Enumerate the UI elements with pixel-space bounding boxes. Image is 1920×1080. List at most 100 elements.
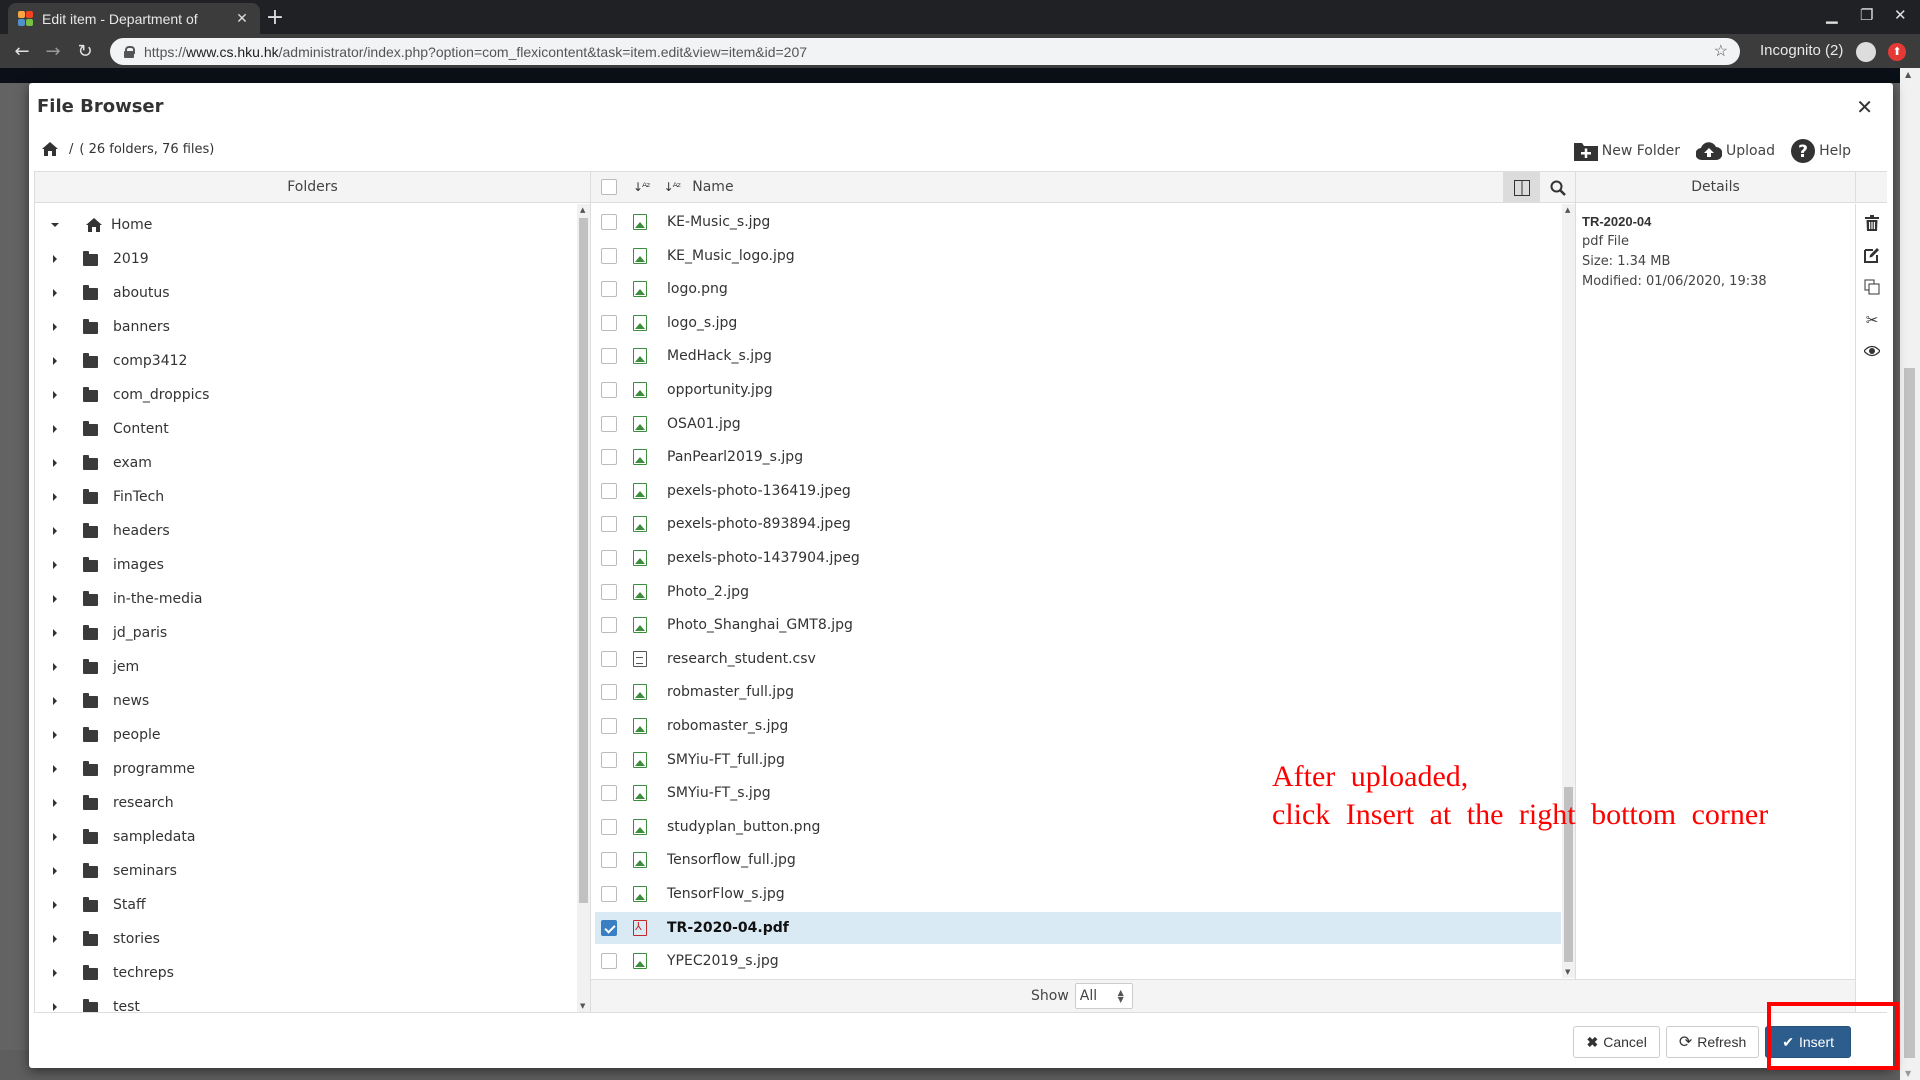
search-button[interactable] xyxy=(1539,172,1575,203)
file-row[interactable]: OSA01.jpg xyxy=(595,408,1561,440)
file-checkbox[interactable] xyxy=(601,550,617,566)
folder-item[interactable]: com_droppics xyxy=(35,378,575,412)
caret-right-icon[interactable] xyxy=(53,697,57,705)
file-row[interactable]: Photo_Shanghai_GMT8.jpg xyxy=(595,609,1561,641)
file-row[interactable]: pexels-photo-893894.jpeg xyxy=(595,508,1561,540)
delete-icon[interactable] xyxy=(1863,215,1881,233)
folder-item[interactable]: seminars xyxy=(35,854,575,888)
columns-view-button[interactable] xyxy=(1503,172,1539,203)
file-checkbox[interactable] xyxy=(601,818,617,835)
file-row[interactable]: TensorFlow_s.jpg xyxy=(595,878,1561,910)
file-checkbox[interactable] xyxy=(601,718,617,734)
modal-close-icon[interactable]: ✕ xyxy=(1856,95,1873,119)
caret-right-icon[interactable] xyxy=(53,561,57,569)
file-checkbox[interactable] xyxy=(601,919,617,936)
file-checkbox[interactable] xyxy=(601,382,617,398)
folder-item[interactable]: FinTech xyxy=(35,480,575,514)
file-checkbox[interactable] xyxy=(601,953,617,970)
file-checkbox[interactable] xyxy=(601,348,617,365)
file-checkbox[interactable] xyxy=(601,516,617,533)
forward-icon[interactable]: → xyxy=(43,41,63,62)
scroll-up-icon[interactable]: ▲ xyxy=(1565,206,1570,214)
new-tab-icon[interactable]: + xyxy=(262,5,288,31)
folder-scrollbar[interactable]: ▲ ▼ xyxy=(577,204,590,1012)
file-checkbox[interactable] xyxy=(601,751,617,768)
cut-icon[interactable]: ✂ xyxy=(1863,311,1881,329)
file-row[interactable]: opportunity.jpg xyxy=(595,374,1561,406)
caret-right-icon[interactable] xyxy=(53,289,57,297)
scroll-down-icon[interactable]: ▼ xyxy=(1565,968,1570,976)
caret-right-icon[interactable] xyxy=(53,595,57,603)
select-all-checkbox[interactable] xyxy=(601,179,617,195)
scroll-up-icon[interactable]: ▲ xyxy=(1905,70,1911,79)
caret-right-icon[interactable] xyxy=(53,969,57,977)
file-checkbox[interactable] xyxy=(601,449,617,466)
upload-button[interactable]: Upload xyxy=(1696,141,1775,161)
restore-icon[interactable]: ❐ xyxy=(1860,6,1873,24)
caret-right-icon[interactable] xyxy=(53,765,57,773)
bookmark-star-icon[interactable]: ☆ xyxy=(1714,41,1728,61)
page-scrollbar-thumb[interactable] xyxy=(1904,368,1915,1058)
file-checkbox[interactable] xyxy=(601,281,617,298)
folder-item[interactable]: techreps xyxy=(35,956,575,990)
sort-ascending-icon[interactable]: ↓ᴬᶻ xyxy=(633,180,651,194)
file-scrollbar[interactable]: ▲ ▼ xyxy=(1562,204,1575,978)
caret-right-icon[interactable] xyxy=(53,731,57,739)
copy-icon[interactable] xyxy=(1863,279,1881,297)
caret-right-icon[interactable] xyxy=(53,629,57,637)
file-row[interactable]: MedHack_s.jpg xyxy=(595,340,1561,372)
folder-item[interactable]: images xyxy=(35,548,575,582)
folder-item[interactable]: comp3412 xyxy=(35,344,575,378)
file-row[interactable]: robomaster_s.jpg xyxy=(595,710,1561,742)
folder-item[interactable]: stories xyxy=(35,922,575,956)
reload-icon[interactable]: ↻ xyxy=(75,41,95,62)
file-checkbox[interactable] xyxy=(601,852,617,869)
cancel-button[interactable]: ✖ Cancel xyxy=(1573,1026,1660,1058)
file-row[interactable]: PanPearl2019_s.jpg xyxy=(595,441,1561,473)
update-icon[interactable]: ⬆ xyxy=(1888,43,1906,61)
file-row[interactable]: TR-2020-04.pdf xyxy=(595,911,1561,944)
show-select[interactable]: All ▲ ▼ xyxy=(1074,983,1133,1009)
caret-right-icon[interactable] xyxy=(53,935,57,943)
folder-item[interactable]: in-the-media xyxy=(35,582,575,616)
file-checkbox[interactable] xyxy=(601,650,617,667)
minimize-icon[interactable]: ▁ xyxy=(1826,6,1838,24)
refresh-button[interactable]: ⟳ Refresh xyxy=(1665,1026,1760,1058)
folder-item[interactable]: sampledata xyxy=(35,820,575,854)
folder-item[interactable]: test xyxy=(35,990,575,1012)
file-row[interactable]: pexels-photo-136419.jpeg xyxy=(595,475,1561,507)
folder-item[interactable]: programme xyxy=(35,752,575,786)
home-icon[interactable] xyxy=(41,141,59,157)
folder-item[interactable]: exam xyxy=(35,446,575,480)
caret-down-icon[interactable] xyxy=(51,223,59,227)
caret-right-icon[interactable] xyxy=(53,493,57,501)
folder-item[interactable]: headers xyxy=(35,514,575,548)
folder-item[interactable]: research xyxy=(35,786,575,820)
caret-right-icon[interactable] xyxy=(53,867,57,875)
folder-item[interactable]: jem xyxy=(35,650,575,684)
caret-right-icon[interactable] xyxy=(53,357,57,365)
window-close-icon[interactable]: ✕ xyxy=(1894,6,1907,24)
incognito-icon[interactable] xyxy=(1856,42,1876,62)
file-checkbox[interactable] xyxy=(601,684,617,701)
folder-item[interactable]: jd_paris xyxy=(35,616,575,650)
file-row[interactable]: Tensorflow_full.jpg xyxy=(595,844,1561,876)
caret-right-icon[interactable] xyxy=(53,255,57,263)
file-checkbox[interactable] xyxy=(601,247,617,264)
file-row[interactable]: robmaster_full.jpg xyxy=(595,676,1561,708)
folder-item[interactable]: banners xyxy=(35,310,575,344)
file-row[interactable]: research_student.csv xyxy=(595,643,1561,675)
file-checkbox[interactable] xyxy=(601,583,617,600)
caret-right-icon[interactable] xyxy=(53,425,57,433)
folder-item[interactable]: Staff xyxy=(35,888,575,922)
page-scrollbar[interactable]: ▲ ▼ xyxy=(1900,68,1920,1080)
folder-item[interactable]: people xyxy=(35,718,575,752)
file-row[interactable]: pexels-photo-1437904.jpeg xyxy=(595,542,1561,574)
file-row[interactable]: logo_s.jpg xyxy=(595,307,1561,339)
file-checkbox[interactable] xyxy=(601,482,617,499)
close-tab-icon[interactable]: ✕ xyxy=(234,11,250,27)
file-row[interactable]: Photo_2.jpg xyxy=(595,576,1561,608)
file-checkbox[interactable] xyxy=(601,617,617,634)
scroll-down-icon[interactable]: ▼ xyxy=(580,1002,585,1010)
file-row[interactable]: logo.png xyxy=(595,273,1561,305)
